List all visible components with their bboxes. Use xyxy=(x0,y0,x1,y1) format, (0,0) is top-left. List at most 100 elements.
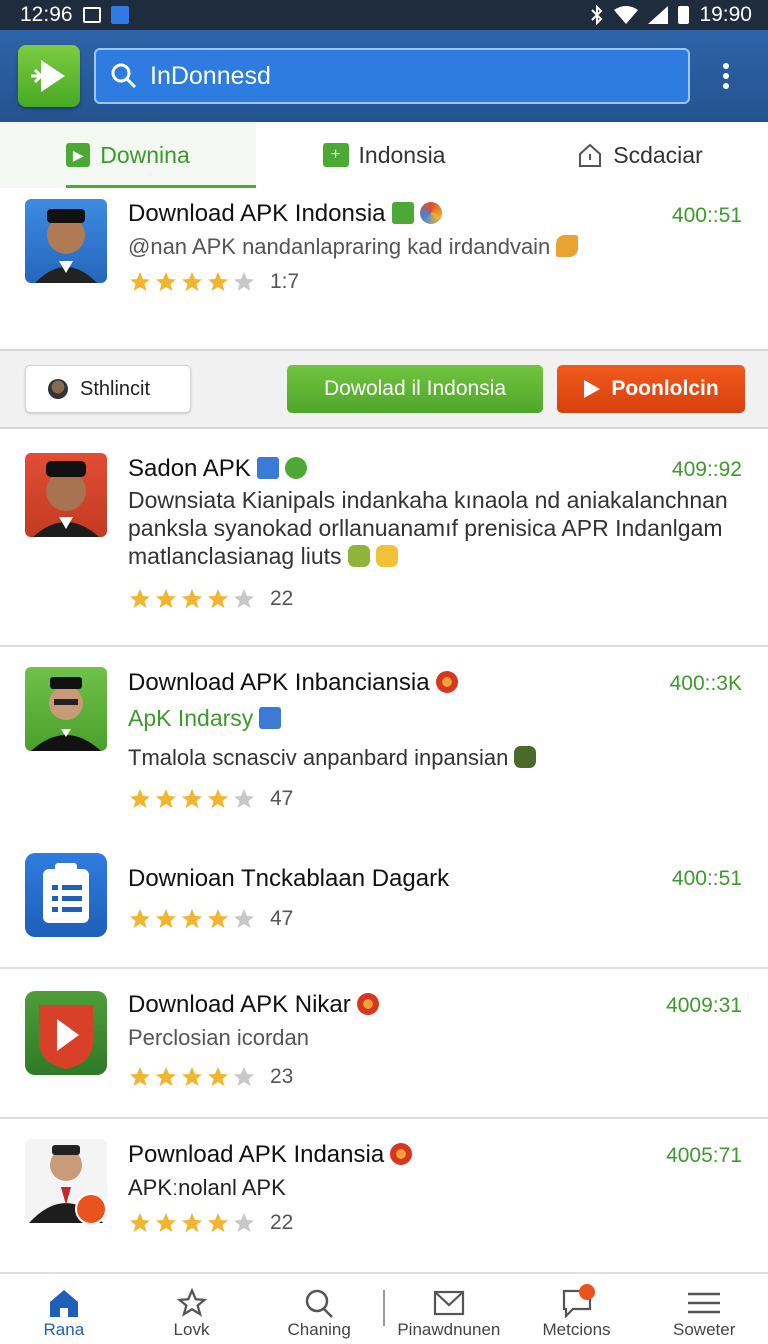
action-bar: Sthlincit Dowolad il Indonsia Poonlolcin xyxy=(0,349,768,429)
app-description: Perclosian icordan xyxy=(128,1025,309,1050)
app-time: 400::51 xyxy=(671,867,742,890)
rating-count: 47 xyxy=(270,787,294,810)
nav-label: Lovk xyxy=(173,1320,210,1339)
nav-home[interactable]: Rana xyxy=(0,1274,128,1344)
star-icon xyxy=(208,1067,228,1086)
banana-icon xyxy=(556,235,579,257)
nav-label: Chaning xyxy=(287,1320,351,1339)
tab-other[interactable]: Scdaciar xyxy=(512,122,768,188)
star-icon xyxy=(130,909,150,928)
user-icon xyxy=(48,379,68,399)
app-rating: 1:7 xyxy=(128,270,299,294)
app-title: Download APK Indonsia xyxy=(128,200,386,227)
app-time: 4009:31 xyxy=(666,994,742,1017)
home-icon xyxy=(49,1290,78,1317)
download-button-label: Dowolad il Indonsia xyxy=(323,377,507,400)
app-rating: 22 xyxy=(128,1211,293,1235)
search-input[interactable] xyxy=(150,61,650,91)
star-empty-icon xyxy=(234,272,254,291)
star-icon xyxy=(208,272,228,291)
tab-label: Scdaciar xyxy=(613,141,703,168)
list-item[interactable]: Download APK Inbanciansia 400::3K ApK In… xyxy=(0,647,768,829)
star-empty-icon xyxy=(234,1067,254,1086)
plus-box-icon: + xyxy=(322,143,349,167)
app-description: Tmalola scnasciv anpanbard inpansian xyxy=(128,745,509,770)
play-button-label: Poonlolcin xyxy=(611,377,719,400)
list-item[interactable]: Download APK Nikar 4009:31 Perclosian ic… xyxy=(0,969,768,1117)
signal-icon xyxy=(648,6,669,24)
star-icon xyxy=(156,589,176,608)
star-icon xyxy=(156,1067,176,1086)
badge-icon xyxy=(356,993,379,1015)
star-icon xyxy=(182,789,202,808)
app-bar xyxy=(0,30,768,122)
star-icon xyxy=(130,589,150,608)
star-icon xyxy=(130,272,150,291)
download-icon: ▶ xyxy=(66,143,91,167)
app-icon-clipboard xyxy=(25,853,107,937)
app-icon-avatar xyxy=(25,1139,107,1225)
star-icon xyxy=(156,1213,176,1232)
app-title: Download APK Nikar xyxy=(128,991,351,1018)
mail-icon xyxy=(433,1290,464,1316)
star-icon xyxy=(130,789,150,808)
star-icon xyxy=(130,1213,150,1232)
nav-favorites[interactable]: Lovk xyxy=(128,1274,256,1344)
app-icon-play xyxy=(25,991,107,1075)
people-icon xyxy=(514,746,537,768)
share-button[interactable]: Sthlincit xyxy=(25,365,191,413)
nav-messages[interactable]: Pinawdnunen xyxy=(385,1274,513,1344)
nav-label: Soweter xyxy=(673,1320,736,1339)
notification-badge xyxy=(578,1284,595,1300)
star-icon xyxy=(208,1213,228,1232)
rating-count: 1:7 xyxy=(270,270,300,293)
list-item[interactable]: Pownload APK Indansia 4005:71 APKːnolanl… xyxy=(0,1119,768,1271)
nav-label: Pinawdnunen xyxy=(397,1320,501,1339)
tab-downloads[interactable]: ▶ Downina xyxy=(0,122,256,188)
hand-icon xyxy=(375,545,398,567)
menu-icon xyxy=(688,1292,721,1314)
star-icon xyxy=(182,1213,202,1232)
rating-count: 23 xyxy=(270,1065,294,1088)
app-time: 400::51 xyxy=(671,204,742,227)
app-title: Sadon APK xyxy=(128,455,251,482)
app-subtitle: ApK Indarsy xyxy=(128,705,254,731)
nav-menu[interactable]: Soweter xyxy=(640,1274,768,1344)
tab-label: Indonsia xyxy=(358,141,446,168)
star-empty-icon xyxy=(234,789,254,808)
tab-indonesia[interactable]: + Indonsia xyxy=(256,122,512,188)
circle-badge-icon xyxy=(284,457,307,479)
play-button[interactable]: Poonlolcin xyxy=(557,365,745,413)
star-icon xyxy=(182,589,202,608)
star-empty-icon xyxy=(234,589,254,608)
nav-search[interactable]: Chaning xyxy=(255,1274,383,1344)
download-button[interactable]: Dowolad il Indonsia xyxy=(287,365,543,413)
house-icon xyxy=(579,143,602,167)
app-icon-avatar xyxy=(25,667,107,751)
star-icon xyxy=(182,909,202,928)
list-item[interactable]: Downioan Tnckablaan Dagark 400::51 47 xyxy=(0,829,768,967)
rating-count: 47 xyxy=(270,907,294,930)
star-icon xyxy=(208,789,228,808)
figure-icon xyxy=(259,707,282,729)
app-rating: 47 xyxy=(128,787,293,811)
star-icon xyxy=(182,1067,202,1086)
star-icon xyxy=(176,1288,207,1317)
star-icon xyxy=(130,1067,150,1086)
nav-notifications[interactable]: Metcions xyxy=(513,1274,641,1344)
list-item[interactable]: Sadon APK 409::92 Downsiata Kianipals in… xyxy=(0,431,768,645)
search-box[interactable] xyxy=(94,48,690,104)
app-title: Pownload APK Indansia xyxy=(128,1141,385,1168)
overflow-menu-icon[interactable] xyxy=(716,56,736,96)
figure-icon xyxy=(256,457,279,479)
wifi-icon xyxy=(614,6,639,24)
star-icon xyxy=(156,909,176,928)
notification-icon xyxy=(82,7,101,23)
battery-icon xyxy=(678,6,690,24)
list-item[interactable]: Download APK Indonsia 400::51 @nan APK n… xyxy=(0,188,768,348)
edit-badge-icon xyxy=(75,1193,107,1225)
star-icon xyxy=(208,909,228,928)
app-title: Download APK Inbanciansia xyxy=(128,669,430,696)
app-logo-icon[interactable] xyxy=(18,45,80,107)
play-icon xyxy=(584,380,601,398)
